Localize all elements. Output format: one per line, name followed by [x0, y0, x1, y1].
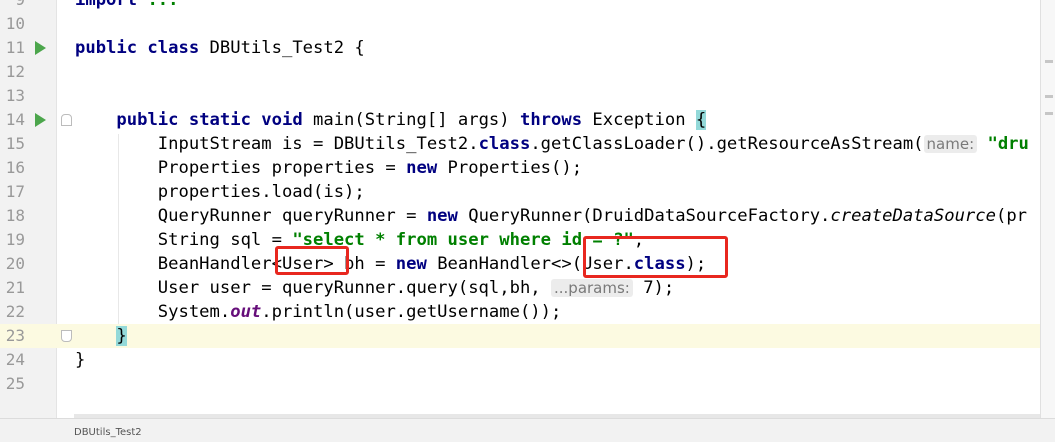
annotation-box-generic-type: [275, 246, 349, 275]
annotation-box-class-literal: [583, 236, 728, 278]
matched-brace: {: [695, 110, 707, 130]
code-line[interactable]: 22 System.out.println(user.getUsername()…: [0, 300, 1055, 324]
line-number: 13: [5, 86, 25, 105]
code-line[interactable]: 23 }: [0, 324, 1055, 348]
parameter-hint: ...params:: [551, 279, 633, 297]
run-gutter-icon[interactable]: [35, 41, 46, 55]
line-number: 17: [5, 182, 25, 201]
code-line[interactable]: 21 User user = queryRunner.query(sql,bh,…: [0, 276, 1055, 300]
line-number: 12: [5, 62, 25, 81]
status-bar: DBUtils_Test2: [0, 418, 1055, 442]
code-line[interactable]: 12: [0, 60, 1055, 84]
code-text[interactable]: }: [75, 324, 127, 348]
code-line[interactable]: 24}: [0, 348, 1055, 372]
line-number: 25: [5, 374, 25, 393]
code-text[interactable]: }: [75, 348, 85, 372]
code-line[interactable]: 19 String sql = "select * from user wher…: [0, 228, 1055, 252]
line-number: 24: [5, 350, 25, 369]
code-line[interactable]: 15 InputStream is = DBUtils_Test2.class.…: [0, 132, 1055, 156]
code-line[interactable]: 16 Properties properties = new Propertie…: [0, 156, 1055, 180]
fold-marker-icon[interactable]: [61, 114, 72, 126]
line-number: 9: [3, 0, 25, 12]
parameter-hint: name:: [923, 135, 978, 153]
code-line[interactable]: 11 public class DBUtils_Test2 {: [0, 36, 1055, 60]
code-text[interactable]: public class DBUtils_Test2 {: [75, 36, 365, 60]
code-line[interactable]: 18 QueryRunner queryRunner = new QueryRu…: [0, 204, 1055, 228]
code-text[interactable]: System.out.println(user.getUsername());: [75, 300, 562, 324]
code-line[interactable]: 13: [0, 84, 1055, 108]
code-line[interactable]: 20 BeanHandler<User> bh = new BeanHandle…: [0, 252, 1055, 276]
line-number: 23: [5, 326, 25, 345]
code-editor[interactable]: 9 import ... 10 11 public class DBUtils_Test…: [0, 0, 1055, 441]
matched-brace: }: [116, 326, 127, 346]
breadcrumb[interactable]: DBUtils_Test2: [74, 427, 142, 438]
fold-marker-icon[interactable]: [61, 330, 72, 342]
code-text[interactable]: Properties properties = new Properties()…: [75, 156, 582, 180]
error-stripe-mark[interactable]: [1045, 60, 1053, 63]
code-text[interactable]: InputStream is = DBUtils_Test2.class.get…: [75, 132, 1029, 156]
line-number: 22: [5, 302, 25, 321]
code-line[interactable]: 25: [0, 372, 1055, 396]
code-line[interactable]: 10: [0, 12, 1055, 36]
line-number: 20: [5, 254, 25, 273]
code-line[interactable]: 14 public static void main(String[] args…: [0, 108, 1055, 132]
code-text[interactable]: String sql = "select * from user where i…: [75, 228, 644, 252]
line-number: 10: [5, 14, 25, 33]
code-text[interactable]: public static void main(String[] args) t…: [75, 108, 707, 132]
code-text[interactable]: import ...: [75, 0, 178, 12]
code-text[interactable]: properties.load(is);: [75, 180, 365, 204]
line-number: 21: [5, 278, 25, 297]
code-line[interactable]: 17 properties.load(is);: [0, 180, 1055, 204]
line-number: 15: [5, 134, 25, 153]
code-text[interactable]: QueryRunner queryRunner = new QueryRunne…: [75, 204, 1027, 228]
code-line[interactable]: 9 import ...: [0, 0, 1055, 12]
line-number: 14: [5, 110, 25, 129]
line-number: 18: [5, 206, 25, 225]
code-text[interactable]: User user = queryRunner.query(sql,bh, ..…: [75, 276, 674, 300]
line-number: 11: [5, 38, 25, 57]
error-stripe[interactable]: [1040, 0, 1055, 418]
run-gutter-icon[interactable]: [35, 113, 46, 127]
line-number: 16: [5, 158, 25, 177]
error-stripe-mark[interactable]: [1045, 112, 1053, 115]
error-stripe-mark[interactable]: [1045, 95, 1053, 98]
line-number: 19: [5, 230, 25, 249]
